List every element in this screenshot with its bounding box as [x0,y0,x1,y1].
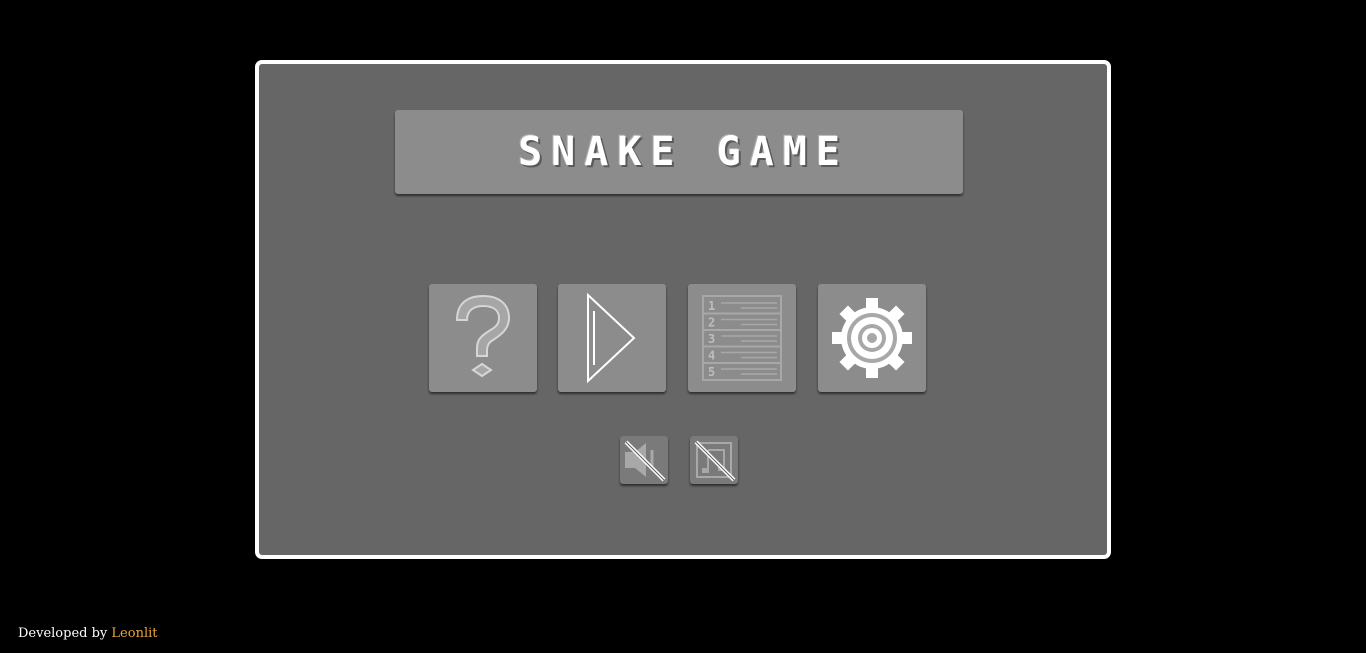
leaderboard-rank: 5 [708,365,715,379]
music-toggle-button[interactable] [690,436,738,484]
speaker-muted-icon [624,440,666,482]
play-triangle-icon [587,293,636,383]
leaderboard-button[interactable]: 1 2 3 4 5 [688,284,796,392]
leaderboard-row: 1 [708,299,777,313]
music-note-muted-icon [694,440,736,482]
play-button[interactable] [558,284,666,392]
question-mark-icon [455,294,511,378]
numbered-list-icon: 1 2 3 4 5 [702,295,782,381]
settings-button[interactable] [818,284,926,392]
leaderboard-row: 3 [703,329,781,346]
leaderboard-rank: 1 [708,299,715,313]
leaderboard-rank: 3 [708,332,715,346]
help-button[interactable] [429,284,537,392]
leaderboard-row: 2 [703,312,781,330]
sound-toggle-button[interactable] [620,436,668,484]
game-title: SNAKE GAME [518,129,849,175]
leaderboard-row: 4 [703,345,781,363]
leaderboard-row: 5 [703,362,781,379]
author-link[interactable]: Leonlit [111,626,157,641]
footer-prefix: Developed by [18,626,108,641]
leaderboard-rank: 2 [708,316,715,330]
main-menu-panel: SNAKE GAME 1 2 3 4 5 [255,60,1111,559]
footer-credit: Developed by Leonlit [18,626,158,641]
leaderboard-rank: 4 [708,349,715,363]
gear-icon [832,298,912,378]
title-banner: SNAKE GAME [395,110,963,194]
